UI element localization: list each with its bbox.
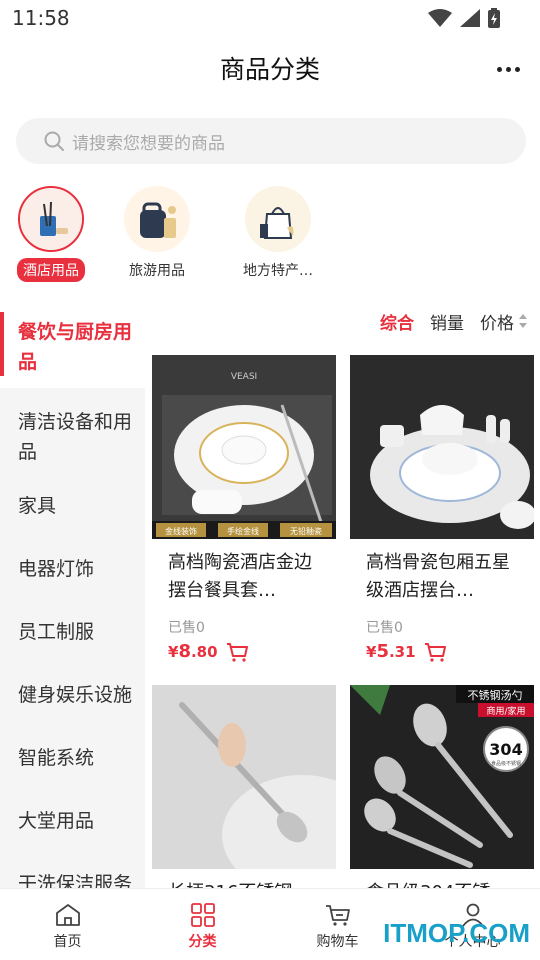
tab-home[interactable]: 首页 [0, 889, 135, 960]
signal-icon [460, 9, 480, 27]
product-price-row: ¥8.80 [152, 637, 336, 662]
sidebar-item-fitness[interactable]: 健身娱乐设施 [0, 663, 145, 726]
product-card[interactable]: 高档骨瓷包厢五星级酒店摆台… 已售0 ¥5.31 [350, 355, 534, 662]
product-image [152, 685, 336, 869]
top-category-label: 地方特产… [243, 263, 313, 279]
local-specialty-icon [245, 186, 311, 252]
hotel-supplies-icon [18, 186, 84, 252]
product-name: 高档骨瓷包厢五星级酒店摆台… [366, 552, 510, 601]
search-placeholder: 请搜索您想要的商品 [72, 133, 225, 154]
sort-arrows-icon [519, 314, 527, 328]
sidebar-item-uniforms[interactable]: 员工制服 [0, 600, 145, 663]
more-dots-icon[interactable] [490, 54, 526, 84]
product-price: ¥5.31 [366, 641, 416, 662]
status-bar: 11:58 [0, 0, 540, 36]
add-to-cart-icon[interactable] [424, 642, 446, 662]
status-icons [428, 8, 500, 28]
sort-price-label: 价格 [480, 313, 514, 334]
price-currency: ¥ [168, 643, 179, 661]
battery-icon [488, 8, 500, 28]
cart-icon [325, 905, 350, 926]
product-sold: 已售0 [366, 620, 403, 636]
price-integer: 5 [376, 641, 389, 662]
home-icon [55, 904, 80, 926]
product-image-logo: VEASI [231, 372, 257, 382]
sidebar-item-laundry[interactable]: 干洗保洁服务 [0, 852, 145, 889]
category-grid-icon [190, 903, 215, 927]
product-name: 高档陶瓷酒店金边摆台餐具套… [168, 552, 312, 601]
price-integer: 8 [178, 641, 191, 662]
top-category-travel[interactable]: 旅游用品 [102, 186, 212, 282]
product-sold: 已售0 [168, 620, 205, 636]
search-input[interactable]: 请搜索您想要的商品 [16, 118, 526, 164]
product-price: ¥8.80 [168, 641, 218, 662]
watermark: ITMOP.COM [383, 918, 530, 948]
sidebar-item-cleaning[interactable]: 清洁设备和用品 [0, 400, 145, 474]
product-badge-2: 手绘金线 [227, 526, 259, 536]
product-image-badge: 304 [489, 740, 522, 759]
product-image-subtitle: 商用/家用 [486, 705, 525, 717]
top-category-hotel[interactable]: 酒店用品 [0, 186, 106, 282]
sidebar-item-catering-kitchen[interactable]: 餐饮与厨房用品 [0, 306, 145, 388]
top-category-label: 酒店用品 [17, 258, 85, 282]
tab-category[interactable]: 分类 [135, 889, 270, 960]
top-category-label: 旅游用品 [129, 263, 185, 279]
product-image: 不锈钢汤勺 商用/家用 304 食品级不锈钢 [350, 685, 534, 869]
wifi-icon [428, 9, 452, 27]
product-image: 金线装饰 手绘金线 无铅釉瓷 VEASI [152, 355, 336, 539]
sort-sales[interactable]: 销量 [430, 309, 464, 334]
status-time: 11:58 [12, 6, 70, 30]
product-price-row: ¥5.31 [350, 637, 534, 662]
price-decimal: .31 [388, 643, 416, 661]
top-category-local-specialty[interactable]: 地方特产… [223, 186, 333, 282]
sort-comprehensive[interactable]: 综合 [380, 309, 414, 334]
page-title: 商品分类 [219, 55, 320, 84]
price-decimal: .80 [190, 643, 218, 661]
tab-home-label: 首页 [53, 934, 82, 950]
product-badge-1: 金线装饰 [165, 526, 197, 536]
tab-category-label: 分类 [188, 934, 217, 950]
sort-bar: 综合 销量 价格 [380, 306, 528, 336]
sort-price[interactable]: 价格 [480, 309, 528, 334]
travel-supplies-icon [124, 186, 190, 252]
sidebar-item-appliances-lighting[interactable]: 电器灯饰 [0, 537, 145, 600]
sidebar-item-furniture[interactable]: 家具 [0, 474, 145, 537]
add-to-cart-icon[interactable] [226, 642, 248, 662]
search-icon [44, 131, 64, 151]
product-card[interactable]: 金线装饰 手绘金线 无铅釉瓷 VEASI 高档陶瓷酒店金边摆台餐具套… 已售0 … [152, 355, 336, 662]
product-image [350, 355, 534, 539]
product-image-badge-sub: 食品级不锈钢 [491, 760, 521, 767]
sidebar-item-lobby[interactable]: 大堂用品 [0, 789, 145, 852]
sidebar-item-smart-systems[interactable]: 智能系统 [0, 726, 145, 789]
product-badge-3: 无铅釉瓷 [290, 526, 322, 536]
product-image-title: 不锈钢汤勺 [468, 688, 523, 702]
price-currency: ¥ [366, 643, 377, 661]
category-sidebar: 餐饮与厨房用品 清洁设备和用品 家具 电器灯饰 员工制服 健身娱乐设施 智能系统… [0, 306, 145, 888]
tab-cart-label: 购物车 [316, 934, 359, 950]
header: 商品分类 [0, 36, 540, 100]
